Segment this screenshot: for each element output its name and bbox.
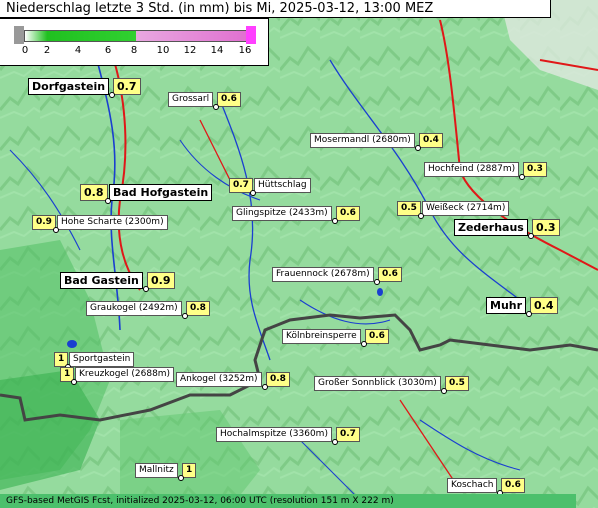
precip-value-zederhaus: 0.3 bbox=[532, 219, 560, 236]
precip-value-glingspitze-2433m: 0.6 bbox=[336, 206, 360, 221]
place-label-muhr: Muhr bbox=[486, 297, 527, 314]
legend-tick: 12 bbox=[183, 45, 197, 56]
place-label-hochfeind-2887m: Hochfeind (2887m) bbox=[424, 162, 520, 177]
place-label-bad-hofgastein: Bad Hofgastein bbox=[109, 184, 213, 201]
place-label-kölnbreinsperre: Kölnbreinsperre bbox=[282, 329, 361, 344]
place-label-glingspitze-2433m: Glingspitze (2433m) bbox=[232, 206, 332, 221]
precip-value-kölnbreinsperre: 0.6 bbox=[365, 329, 389, 344]
lake bbox=[377, 288, 383, 296]
precip-value-hochfeind-2887m: 0.3 bbox=[523, 162, 547, 177]
place-label-mosermandl-2680m: Mosermandl (2680m) bbox=[310, 133, 415, 148]
location-marker bbox=[519, 174, 525, 180]
place-label-hüttschlag: Hüttschlag bbox=[254, 178, 311, 193]
location-marker bbox=[213, 104, 219, 110]
precipitation-map: Niederschlag letzte 3 Std. (in mm) bis M… bbox=[0, 0, 598, 508]
location-marker bbox=[109, 92, 115, 98]
place-label-kreuzkogel-2688m: Kreuzkogel (2688m) bbox=[75, 367, 175, 382]
place-label-großer-sonnblick-3030m: Großer Sonnblick (3030m) bbox=[314, 376, 441, 391]
place-label-ankogel-3252m: Ankogel (3252m) bbox=[176, 372, 262, 387]
precip-value-bad-gastein: 0.9 bbox=[147, 272, 175, 289]
legend-tick: 2 bbox=[43, 45, 51, 56]
place-label-graukogel-2492m: Graukogel (2492m) bbox=[86, 301, 182, 316]
place-label-mallnitz: Mallnitz bbox=[135, 463, 178, 478]
location-marker bbox=[441, 388, 447, 394]
precip-value-großer-sonnblick-3030m: 0.5 bbox=[445, 376, 469, 391]
location-marker bbox=[415, 145, 421, 151]
location-marker bbox=[528, 233, 534, 239]
location-marker bbox=[250, 190, 256, 196]
place-label-bad-gastein: Bad Gastein bbox=[60, 272, 143, 289]
precip-value-muhr: 0.4 bbox=[530, 297, 558, 314]
legend-tick: 6 bbox=[104, 45, 112, 56]
precip-value-koschach: 0.6 bbox=[501, 478, 525, 493]
precip-value-mosermandl-2680m: 0.4 bbox=[419, 133, 443, 148]
place-label-sportgastein: Sportgastein bbox=[69, 352, 135, 367]
precip-value-grossarl: 0.6 bbox=[217, 92, 241, 107]
place-label-hohe-scharte-2300m: Hohe Scharte (2300m) bbox=[57, 215, 168, 230]
legend-colorbar bbox=[24, 30, 248, 42]
precip-value-ankogel-3252m: 0.8 bbox=[266, 372, 290, 387]
location-marker bbox=[143, 286, 149, 292]
precip-value-graukogel-2492m: 0.8 bbox=[186, 301, 210, 316]
legend-cap-high bbox=[246, 26, 256, 44]
location-marker bbox=[526, 311, 532, 317]
place-label-hochalmspitze-3360m: Hochalmspitze (3360m) bbox=[216, 427, 332, 442]
legend-tick: 10 bbox=[156, 45, 170, 56]
legend-tick: 4 bbox=[74, 45, 82, 56]
legend-tick: 0 bbox=[21, 45, 29, 56]
precip-value-hochalmspitze-3360m: 0.7 bbox=[336, 427, 360, 442]
precip-value-mallnitz: 1 bbox=[182, 463, 197, 478]
place-label-grossarl: Grossarl bbox=[168, 92, 214, 107]
location-marker bbox=[178, 475, 184, 481]
location-marker bbox=[374, 279, 380, 285]
location-marker bbox=[105, 198, 111, 204]
place-label-zederhaus: Zederhaus bbox=[454, 219, 528, 236]
precip-value-frauennock-2678m: 0.6 bbox=[378, 267, 402, 282]
place-label-frauennock-2678m: Frauennock (2678m) bbox=[272, 267, 374, 282]
location-marker bbox=[262, 384, 268, 390]
location-marker bbox=[418, 213, 424, 219]
legend-tick: 16 bbox=[238, 45, 252, 56]
place-label-weißeck-2714m: Weißeck (2714m) bbox=[422, 201, 510, 216]
precip-value-dorfgastein: 0.7 bbox=[113, 78, 141, 95]
forecast-footer: GFS-based MetGIS Fcst, initialized 2025-… bbox=[0, 494, 576, 508]
place-label-dorfgastein: Dorfgastein bbox=[28, 78, 110, 95]
location-marker bbox=[332, 218, 338, 224]
lake bbox=[67, 340, 77, 348]
location-marker bbox=[332, 439, 338, 445]
legend-tick: 14 bbox=[210, 45, 224, 56]
precip-value-bad-hofgastein: 0.8 bbox=[80, 184, 108, 201]
legend-tick: 8 bbox=[130, 45, 138, 56]
place-label-koschach: Koschach bbox=[447, 478, 498, 493]
location-marker bbox=[53, 227, 59, 233]
location-marker bbox=[361, 341, 367, 347]
precip-legend: 0 2 4 6 8 10 12 14 16 bbox=[0, 18, 269, 66]
location-marker bbox=[182, 313, 188, 319]
legend-cap-low bbox=[14, 26, 24, 44]
location-marker bbox=[71, 379, 77, 385]
map-title: Niederschlag letzte 3 Std. (in mm) bis M… bbox=[0, 0, 551, 18]
